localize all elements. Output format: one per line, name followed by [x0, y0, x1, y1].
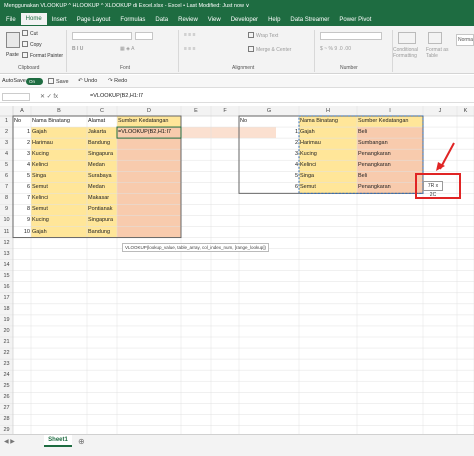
status-bar	[0, 448, 474, 456]
add-sheet-icon[interactable]: ⊕	[78, 437, 85, 446]
sheet-tab-sheet1[interactable]: Sheet1	[44, 435, 72, 447]
selection-size-tip: 7R x 2C	[423, 181, 443, 198]
sheet-nav-arrows[interactable]: ◀ ▶	[4, 438, 15, 445]
sheet-tab-bar: ◀ ▶ Sheet1 ⊕	[0, 434, 474, 448]
annotation-arrow	[436, 142, 455, 171]
